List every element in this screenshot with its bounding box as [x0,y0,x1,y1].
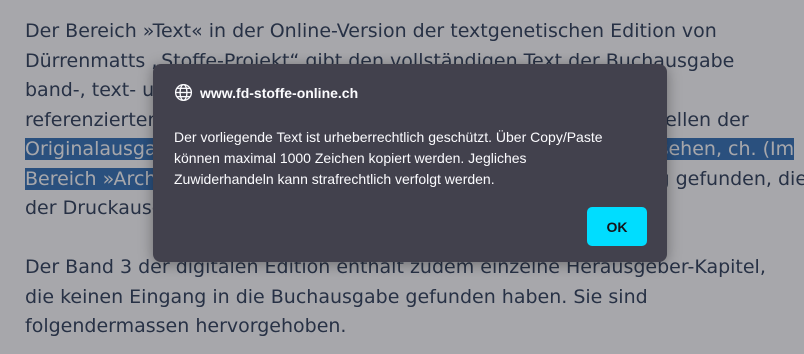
dialog-message-line: können maximal 1000 Zeichen kopiert werd… [174,150,527,166]
dialog-header: www.fd-stoffe-online.ch [174,83,358,102]
dialog-message-line: Der vorliegende Text ist urheberrechtlic… [174,129,603,145]
dialog-message: Der vorliegende Text ist urheberrechtlic… [174,127,649,190]
alert-dialog: www.fd-stoffe-online.ch Der vorliegende … [153,64,667,262]
globe-icon [174,83,193,102]
ok-button[interactable]: OK [587,207,647,246]
dialog-message-line: Zuwiderhandeln kann strafrechtlich verfo… [174,171,495,187]
dialog-site-title: www.fd-stoffe-online.ch [200,84,359,101]
